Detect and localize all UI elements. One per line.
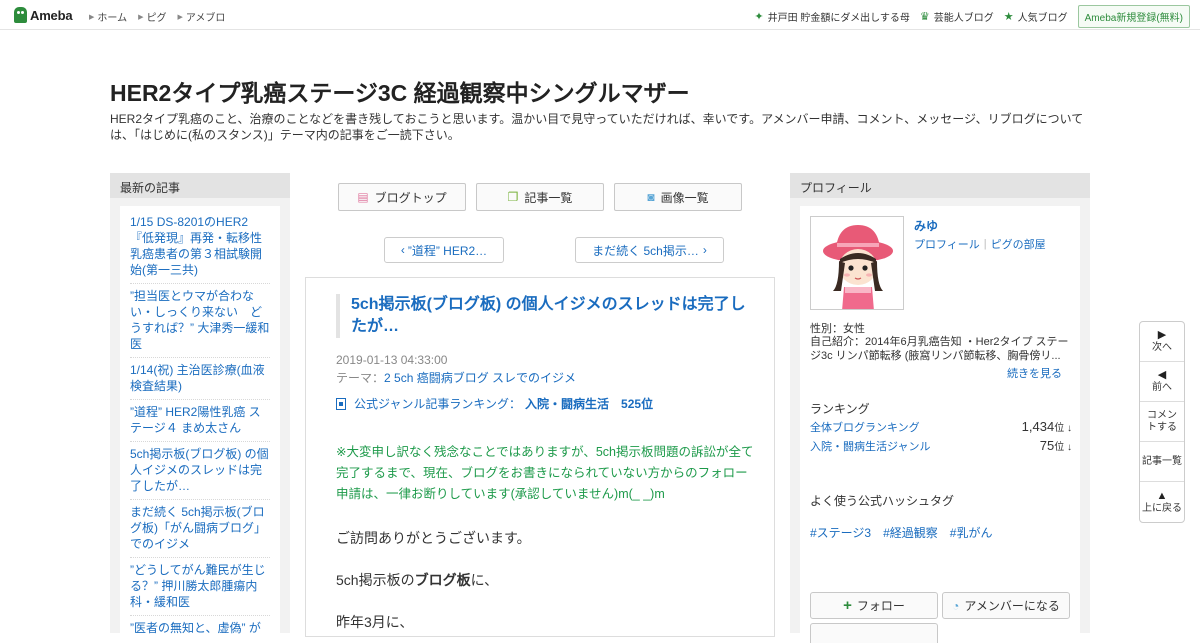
ranking-value: 75位 ↓ (1039, 438, 1072, 453)
ranking-icon (336, 397, 346, 410)
article-paragraph: 5ch掲示板のブログ板に、 (336, 572, 499, 588)
hashtag-link[interactable]: #経過観察 (883, 524, 938, 541)
register-button[interactable]: Ameba新規登録(無料) (1077, 5, 1190, 28)
hashtag-link[interactable]: #ステージ3 (810, 524, 871, 541)
top-header: Ameba ▶ ホーム ▶ ピグ ▶ アメブロ ✦ 井戸田 貯金額にダメ出しする母 ♛ 芸… (0, 0, 1200, 30)
profile-heading: プロフィール (790, 173, 1090, 198)
image-list-button[interactable]: ◙ 画像一覧 (614, 183, 742, 211)
next-article-button[interactable]: まだ続く 5ch掲示… › (575, 237, 724, 263)
caret-right-icon: ▶ (177, 13, 183, 21)
amember-button[interactable]: ◔ アメンバーになる (942, 592, 1070, 619)
chat-icon: ◔ (952, 598, 960, 613)
recent-articles-panel: 最新の記事 1/15 DS-8201のHER2『低発現』再発・転移性乳癌患者の第… (110, 173, 290, 636)
extra-button[interactable] (810, 623, 938, 643)
trending-link[interactable]: ✦ 井戸田 貯金額にダメ出しする母 (754, 9, 910, 24)
recent-article-link[interactable]: 1/15 DS-8201のHER2『低発現』再発・転移性乳癌患者の第３相試験開始… (130, 210, 270, 284)
ameba-logo[interactable]: Ameba (14, 7, 73, 23)
profile-links: プロフィール | ピグの部屋 (914, 236, 1046, 252)
recent-article-link[interactable]: ”担当医とウマが合わない・しっくり来ない どうすれば？” 大津秀一緩和医 (130, 284, 270, 358)
follow-notice: ※大変申し訳なく残念なことではありますが、5ch掲示板問題の訴訟が全て完了するま… (336, 445, 754, 501)
crown-icon: ♛ (919, 11, 930, 23)
celebrity-blog-link[interactable]: ♛ 芸能人ブログ (920, 9, 994, 24)
next-button[interactable]: ▶ 次へ (1140, 322, 1184, 362)
caret-right-icon: ▶ (138, 13, 144, 21)
article-list-float-button[interactable]: 記事一覧 (1140, 442, 1184, 482)
profile-name[interactable]: みゆ (914, 217, 938, 234)
ranking-heading: ランキング (810, 402, 870, 416)
plus-icon: + (843, 597, 852, 614)
article-paragraph: 昨年3月に、 (336, 614, 414, 630)
pig-room-link[interactable]: ピグの部屋 (991, 236, 1046, 252)
profile-body: みゆ プロフィール | ピグの部屋 性別：女性 自己紹介：2014年6月乳癌告知… (800, 206, 1080, 643)
triangle-up-icon: ▲ (1156, 489, 1168, 502)
theme-link[interactable]: 2 5ch 癌闘病ブログ スレでのイジメ (384, 371, 576, 385)
prev-button[interactable]: ◀ 前へ (1140, 362, 1184, 402)
chevron-left-icon: ‹ (400, 243, 405, 257)
recent-article-link[interactable]: 1/14(祝) 主治医診療(血液検査結果) (130, 358, 270, 400)
blog-title[interactable]: HER2タイプ乳癌ステージ3C 経過観察中シングルマザー (110, 74, 690, 108)
ranking-label[interactable]: 全体ブログランキング (810, 419, 920, 435)
ranking-label[interactable]: 入院・闘病生活ジャンル (810, 438, 930, 454)
hashtag-heading: よく使う公式ハッシュタグ (810, 494, 955, 508)
article-ranking[interactable]: 公式ジャンル記事ランキング： 入院・闘病生活 525位 (336, 395, 653, 412)
avatar[interactable] (810, 216, 904, 310)
hashtag-list: #ステージ3 #経過観察 #乳がん (810, 524, 992, 541)
star-icon: ★ (1003, 11, 1014, 23)
ranking-row: 全体ブログランキング 1,434位 ↓ (810, 419, 1072, 435)
recent-article-link[interactable]: ”どうしてがん難民が生じる？” 押川勝太郎腫瘍内科・緩和医 (130, 558, 270, 616)
triangle-left-icon: ◀ (1157, 369, 1167, 381)
prev-article-button[interactable]: ‹ ”道程” HER2… (384, 237, 504, 263)
article-paragraph: ご訪問ありがとうございます。 (336, 530, 531, 546)
recent-article-link[interactable]: ”医者の無知と、虚偽” がん カテーテル治療 関明彦 (130, 616, 270, 636)
chevron-right-icon: › (702, 243, 707, 257)
profile-panel: プロフィール みゆ プロフィール | ピグの部屋 性別：女性 自己紹介：2014… (790, 173, 1090, 643)
profile-intro: 自己紹介：2014年6月乳癌告知 ・Her2タイプ ステージ3c リンパ節転移 … (810, 336, 1069, 362)
nav-pigg[interactable]: ▶ ピグ (138, 9, 166, 24)
ranking-value: 1,434位 ↓ (1021, 419, 1072, 434)
nav-ameblo[interactable]: ▶ アメブロ (177, 9, 225, 24)
follow-button[interactable]: + フォロー (810, 592, 938, 619)
article-date: 2019-01-13 04:33:00 (336, 353, 448, 367)
article-list-button[interactable]: ❐ 記事一覧 (476, 183, 604, 211)
document-icon: ▤ (357, 190, 369, 204)
article-title[interactable]: 5ch掲示板(ブログ板) の個人イジメのスレッドは完了したが… (336, 294, 746, 338)
nav-home[interactable]: ▶ ホーム (89, 9, 127, 24)
camera-icon: ◙ (647, 190, 655, 204)
floating-nav: ▶ 次へ ◀ 前へ コメントする 記事一覧 ▲ 上に戻る (1139, 321, 1185, 523)
article-theme: テーマ：2 5ch 癌闘病ブログ スレでのイジメ (336, 371, 577, 385)
sparkle-icon: ✦ (754, 11, 764, 23)
comment-button[interactable]: コメントする (1140, 402, 1184, 442)
blog-description: HER2タイプ乳癌のこと、治療のことなどを書き残しておこうと思います。温かい目で… (110, 112, 1084, 142)
ameba-logo-icon (14, 7, 27, 23)
top-nav: ▶ ホーム ▶ ピグ ▶ アメブロ (89, 9, 225, 24)
triangle-right-icon: ▶ (1157, 329, 1167, 341)
divider: | (983, 238, 987, 250)
top-right-links: ✦ 井戸田 貯金額にダメ出しする母 ♛ 芸能人ブログ ★ 人気ブログ Ameba新規登… (754, 5, 1200, 28)
recent-article-link[interactable]: 5ch掲示板(ブログ板) の個人イジメのスレッドは完了したが… (130, 442, 270, 500)
recent-article-link[interactable]: まだ続く 5ch掲示板(ブログ板)「がん闘病ブログ」でのイジメ (130, 500, 270, 558)
article: 5ch掲示板(ブログ板) の個人イジメのスレッドは完了したが… 2019-01-… (305, 277, 775, 637)
recent-articles-list: 1/15 DS-8201のHER2『低発現』再発・転移性乳癌患者の第３相試験開始… (120, 206, 280, 636)
back-to-top-button[interactable]: ▲ 上に戻る (1140, 482, 1184, 522)
list-icon: ❐ (507, 190, 519, 204)
popular-blog-link[interactable]: ★ 人気ブログ (1004, 9, 1068, 24)
blog-top-button[interactable]: ▤ ブログトップ (338, 183, 466, 211)
read-more-link[interactable]: 続きを見る (1007, 365, 1062, 381)
profile-gender: 性別：女性 (810, 323, 865, 335)
recent-articles-heading: 最新の記事 (110, 173, 290, 198)
logo-text: Ameba (30, 7, 73, 23)
recent-article-link[interactable]: ”道程” HER2陽性乳癌 ステージ４ まめ太さん (130, 400, 270, 442)
ranking-row: 入院・闘病生活ジャンル 75位 ↓ (810, 438, 1072, 454)
caret-right-icon: ▶ (89, 13, 95, 21)
hashtag-link[interactable]: #乳がん (950, 524, 993, 541)
profile-link[interactable]: プロフィール (914, 236, 980, 252)
